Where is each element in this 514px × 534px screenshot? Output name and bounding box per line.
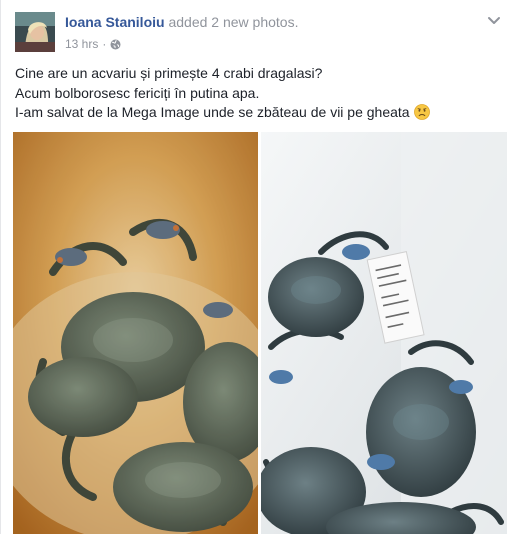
meta-separator: · (102, 37, 107, 51)
worried-face-emoji-icon (413, 104, 430, 120)
post-timestamp[interactable]: 13 hrs (65, 37, 98, 51)
avatar[interactable] (15, 12, 55, 52)
post-text-line-3-text: I-am salvat de la Mega Image unde se zbă… (15, 104, 410, 120)
author-line: Ioana Staniloiu added 2 new photos. (65, 14, 298, 30)
crabs-on-white-tray-photo[interactable] (261, 132, 507, 534)
facebook-post: Ioana Staniloiu added 2 new photos. 13 h… (0, 0, 514, 534)
post-text-line-2: Acum bolborosesc fericiți în putina apa. (15, 84, 260, 101)
globe-icon[interactable] (110, 39, 121, 50)
chevron-down-icon[interactable] (486, 12, 502, 28)
post-action: added 2 new photos. (168, 14, 299, 30)
post-meta: 13 hrs · (65, 37, 121, 51)
avatar-image (15, 12, 55, 52)
photo-grid (13, 132, 507, 534)
post-text: Cine are un acvariu și primește 4 crabi … (15, 64, 495, 123)
post-text-line-1: Cine are un acvariu și primește 4 crabi … (15, 65, 323, 81)
post-header: Ioana Staniloiu added 2 new photos. 13 h… (15, 10, 504, 54)
author-name[interactable]: Ioana Staniloiu (65, 14, 165, 30)
post-text-line-3: I-am salvat de la Mega Image unde se zbă… (15, 103, 495, 123)
crabs-in-orange-bucket-photo[interactable] (13, 132, 258, 534)
